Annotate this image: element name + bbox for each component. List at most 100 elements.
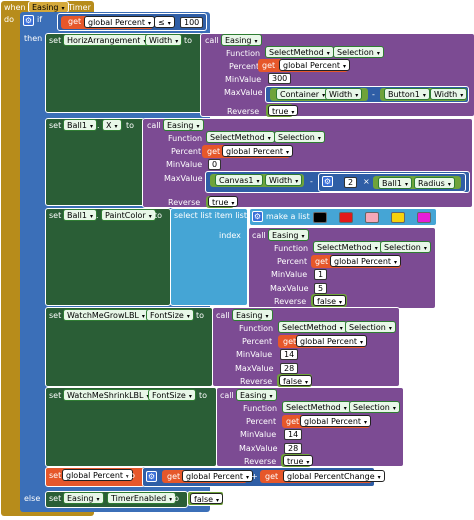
set-component-dropdown[interactable]: HorizArrangement▾ bbox=[63, 34, 151, 46]
reverse-bool-dropdown[interactable]: true ▾ bbox=[268, 105, 299, 116]
color-swatch-black[interactable] bbox=[313, 212, 327, 223]
minvalue-number[interactable]: 300 bbox=[268, 73, 292, 84]
dot-label: . bbox=[101, 494, 104, 503]
mutator-gear-icon[interactable]: ⚙ bbox=[322, 176, 333, 187]
plus-label: + bbox=[251, 472, 258, 481]
reverse-bool-dropdown[interactable]: false ▾ bbox=[279, 375, 313, 386]
canvas-width-dropdown[interactable]: Width ▾ bbox=[265, 174, 303, 186]
function-label: Function bbox=[168, 134, 203, 143]
call-component-dropdown[interactable]: Easing ▾ bbox=[221, 34, 262, 46]
minvalue-label: MinValue bbox=[236, 350, 273, 359]
reverse-label: Reverse bbox=[244, 457, 277, 466]
timerenabled-bool-dropdown[interactable]: false ▾ bbox=[190, 493, 224, 504]
maxvalue-number[interactable]: 5 bbox=[314, 283, 328, 294]
minvalue-number[interactable]: 14 bbox=[280, 349, 299, 360]
call-component-dropdown[interactable]: Easing ▾ bbox=[232, 309, 273, 321]
do-label: do bbox=[4, 15, 14, 24]
set-ball1-paintcolor-block[interactable] bbox=[45, 208, 171, 306]
compare-op-dropdown[interactable]: ≤ ▾ bbox=[154, 16, 175, 28]
set-property-dropdown[interactable]: FontSize ▾ bbox=[148, 389, 196, 401]
minvalue-number[interactable]: 0 bbox=[208, 159, 222, 170]
call-component-dropdown[interactable]: Easing ▾ bbox=[163, 119, 204, 131]
to-label: to bbox=[171, 494, 180, 503]
container-width-dropdown[interactable]: Width ▾ bbox=[325, 88, 363, 100]
call-label: call bbox=[216, 311, 230, 320]
mutator-gear-icon[interactable]: ⚙ bbox=[146, 471, 157, 482]
to-label: to bbox=[154, 211, 163, 220]
call-label: call bbox=[252, 231, 266, 240]
set-var-dropdown[interactable]: global Percent ▾ bbox=[62, 469, 134, 481]
get-label: get bbox=[286, 417, 300, 426]
percent-var-dropdown[interactable]: global Percent ▾ bbox=[330, 255, 402, 267]
set-property-dropdown[interactable]: PaintColor ▾ bbox=[101, 209, 156, 221]
percent-var-dropdown[interactable]: global Percent ▾ bbox=[84, 16, 156, 28]
reverse-bool-dropdown[interactable]: true ▾ bbox=[283, 455, 314, 466]
selectmethod-dropdown[interactable]: SelectMethod ▾ bbox=[282, 401, 351, 413]
call-component-dropdown[interactable]: Easing ▾ bbox=[236, 389, 277, 401]
percent-var-dropdown[interactable]: global Percent ▾ bbox=[222, 145, 294, 157]
minvalue-label: MinValue bbox=[271, 270, 308, 279]
select-list-item-block[interactable] bbox=[170, 208, 248, 306]
percentchange-var-dropdown[interactable]: global PercentChange ▾ bbox=[283, 470, 385, 482]
set-label: set bbox=[49, 36, 62, 45]
to-label: to bbox=[126, 121, 135, 130]
color-swatch-yellow[interactable] bbox=[391, 212, 405, 223]
selectmethod-dropdown[interactable]: SelectMethod ▾ bbox=[206, 131, 275, 143]
maxvalue-label: MaxValue bbox=[235, 364, 274, 373]
color-swatch-red[interactable] bbox=[339, 212, 353, 223]
reverse-bool-dropdown[interactable]: true ▾ bbox=[208, 196, 239, 207]
color-swatch-magenta[interactable] bbox=[417, 212, 431, 223]
set-component-dropdown[interactable]: Ball1 ▾ bbox=[63, 209, 97, 221]
container-dropdown[interactable]: Container ▾ bbox=[276, 88, 330, 100]
set-component-dropdown[interactable]: Ball1 ▾ bbox=[63, 119, 97, 131]
selectmethod-dropdown[interactable]: SelectMethod ▾ bbox=[313, 241, 382, 253]
percent-var-dropdown[interactable]: global Percent ▾ bbox=[300, 415, 372, 427]
set-label: set bbox=[49, 471, 62, 480]
selection-dropdown[interactable]: Selection ▾ bbox=[274, 131, 325, 143]
function-label: Function bbox=[239, 324, 274, 333]
set-label: set bbox=[49, 121, 62, 130]
reverse-label: Reverse bbox=[227, 107, 260, 116]
set-property-dropdown[interactable]: TimerEnabled ▾ bbox=[107, 492, 177, 504]
mutator-gear-icon[interactable]: ⚙ bbox=[23, 15, 34, 26]
selection-dropdown[interactable]: Selection ▾ bbox=[333, 46, 384, 58]
percent-label: Percent bbox=[242, 337, 273, 346]
percent-label: Percent bbox=[229, 62, 260, 71]
reverse-label: Reverse bbox=[240, 377, 273, 386]
call-label: call bbox=[205, 36, 219, 45]
reverse-label: Reverse bbox=[274, 297, 307, 306]
reverse-bool-dropdown[interactable]: false ▾ bbox=[313, 295, 347, 306]
selectmethod-dropdown[interactable]: SelectMethod ▾ bbox=[278, 321, 347, 333]
set-component-dropdown[interactable]: Easing ▾ bbox=[63, 492, 104, 504]
ball1-radius-dropdown[interactable]: Radius ▾ bbox=[414, 177, 455, 189]
ball1-dropdown[interactable]: Ball1 ▾ bbox=[378, 177, 412, 189]
button1-dropdown[interactable]: Button1 ▾ bbox=[384, 88, 430, 100]
minvalue-number[interactable]: 1 bbox=[314, 269, 328, 280]
percent-var-dropdown[interactable]: global Percent ▾ bbox=[182, 470, 254, 482]
color-swatch-pink[interactable] bbox=[365, 212, 379, 223]
multiplier-number[interactable]: 2 bbox=[344, 177, 358, 188]
compare-value[interactable]: 100 bbox=[180, 17, 204, 28]
set-property-dropdown[interactable]: X ▾ bbox=[102, 119, 122, 131]
selectmethod-dropdown[interactable]: SelectMethod ▾ bbox=[265, 46, 334, 58]
percent-var-dropdown[interactable]: global Percent ▾ bbox=[279, 59, 351, 71]
button1-width-dropdown[interactable]: Width ▾ bbox=[430, 88, 468, 100]
to-label: to bbox=[184, 36, 193, 45]
set-property-dropdown[interactable]: Width ▾ bbox=[145, 34, 183, 46]
selection-dropdown[interactable]: Selection ▾ bbox=[345, 321, 396, 333]
set-ball1-x-block[interactable] bbox=[45, 118, 145, 206]
minvalue-number[interactable]: 14 bbox=[284, 429, 303, 440]
mutator-gear-icon[interactable]: ⚙ bbox=[252, 211, 263, 222]
maxvalue-number[interactable]: 28 bbox=[280, 363, 299, 374]
selection-dropdown[interactable]: Selection ▾ bbox=[380, 241, 431, 253]
call-component-dropdown[interactable]: Easing ▾ bbox=[268, 229, 309, 241]
canvas-dropdown[interactable]: Canvas1 ▾ bbox=[215, 174, 264, 186]
set-property-dropdown[interactable]: FontSize ▾ bbox=[146, 309, 194, 321]
dot-label: . bbox=[97, 121, 100, 130]
selection-dropdown[interactable]: Selection ▾ bbox=[349, 401, 400, 413]
dot-label: . bbox=[143, 391, 146, 400]
maxvalue-number[interactable]: 28 bbox=[284, 443, 303, 454]
percent-var-dropdown[interactable]: global Percent ▾ bbox=[296, 335, 368, 347]
set-component-dropdown[interactable]: WatchMeShrinkLBL▾ bbox=[63, 389, 154, 401]
set-component-dropdown[interactable]: WatchMeGrowLBL ▾ bbox=[63, 309, 149, 321]
